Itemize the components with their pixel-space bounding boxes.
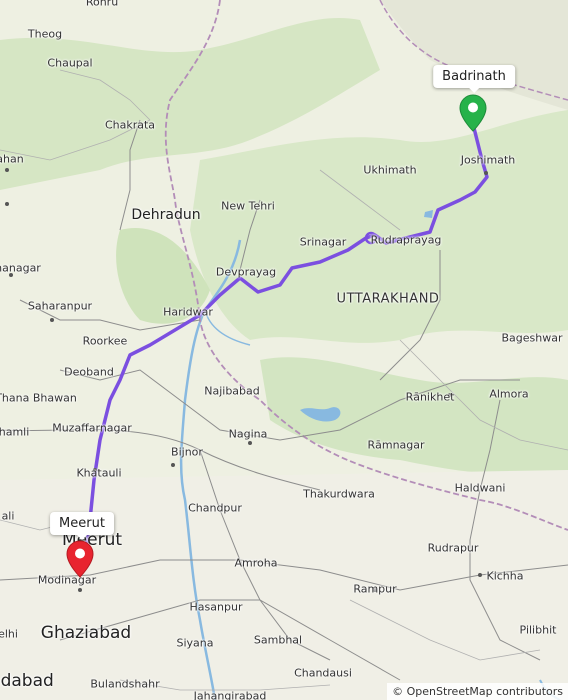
- place-label: Pilibhit: [519, 623, 557, 637]
- place-label: Theog: [27, 27, 63, 41]
- place-label: Thana Bhawan: [0, 391, 77, 405]
- green-map-pin-icon[interactable]: [459, 94, 487, 132]
- place-label: Siyana: [176, 636, 214, 650]
- place-label: ahan: [0, 152, 24, 166]
- place-label: Srinagar: [299, 235, 347, 249]
- place-label: Bijnor: [171, 445, 203, 459]
- place-label: Rampur: [353, 582, 397, 596]
- place-label: Sambhal: [253, 633, 303, 647]
- place-label: Rohru: [85, 0, 119, 9]
- place-label: Bulandshahr: [90, 677, 160, 691]
- place-label: Thakurdwara: [303, 487, 375, 501]
- place-label: Nagina: [228, 427, 268, 441]
- place-label: Deoband: [64, 365, 114, 379]
- place-label: Ukhimath: [363, 163, 417, 177]
- red-map-pin-icon[interactable]: [66, 540, 94, 578]
- place-label: Roorkee: [82, 334, 128, 348]
- place-label: Rudraprayag: [370, 233, 442, 247]
- place-label: Rāmnagar: [367, 438, 425, 452]
- place-label-city: adabad: [0, 671, 54, 691]
- place-label: Kichha: [486, 569, 524, 583]
- place-label-city: Dehradun: [131, 207, 201, 223]
- place-label: Hasanpur: [189, 600, 243, 614]
- place-label: Amroha: [234, 556, 278, 570]
- place-label: Khatauli: [76, 466, 122, 480]
- map-attribution[interactable]: © OpenStreetMap contributors: [387, 683, 568, 700]
- place-label: Devprayag: [215, 265, 277, 279]
- place-label: Jahangirabad: [193, 689, 267, 700]
- place-label: Chakrata: [104, 118, 156, 132]
- place-label: New Tehri: [221, 199, 275, 213]
- place-label: Rānikhet: [405, 390, 455, 404]
- map-canvas[interactable]: Rohru Theog Chaupal Chakrata ahan Dehrad…: [0, 0, 568, 700]
- forest-area: [190, 110, 568, 343]
- start-location-callout[interactable]: Meerut: [50, 512, 114, 540]
- place-label: Bageshwar: [501, 331, 563, 345]
- place-label: Rudrapur: [427, 541, 479, 555]
- place-label: elhi: [0, 627, 18, 641]
- region-label: UTTARAKHAND: [336, 291, 440, 307]
- place-label: Almora: [489, 387, 529, 401]
- place-label: ali: [1, 509, 15, 523]
- place-label: nanagar: [0, 261, 41, 275]
- place-label-city: Ghaziabad: [40, 623, 132, 643]
- place-label: Muzaffarnagar: [52, 421, 132, 435]
- place-label: Chandausi: [294, 666, 352, 680]
- place-label: hamli: [0, 425, 30, 439]
- place-label: Chandpur: [188, 501, 242, 515]
- end-location-callout[interactable]: Badrinath: [433, 65, 515, 93]
- place-label: Saharanpur: [27, 299, 93, 313]
- place-label: Haridwar: [163, 305, 213, 319]
- place-label: Haldwani: [454, 481, 506, 495]
- place-label: Chaupal: [47, 56, 93, 70]
- forest-area: [260, 357, 568, 475]
- place-label: Joshimath: [460, 153, 516, 167]
- place-label: Najibabad: [204, 384, 260, 398]
